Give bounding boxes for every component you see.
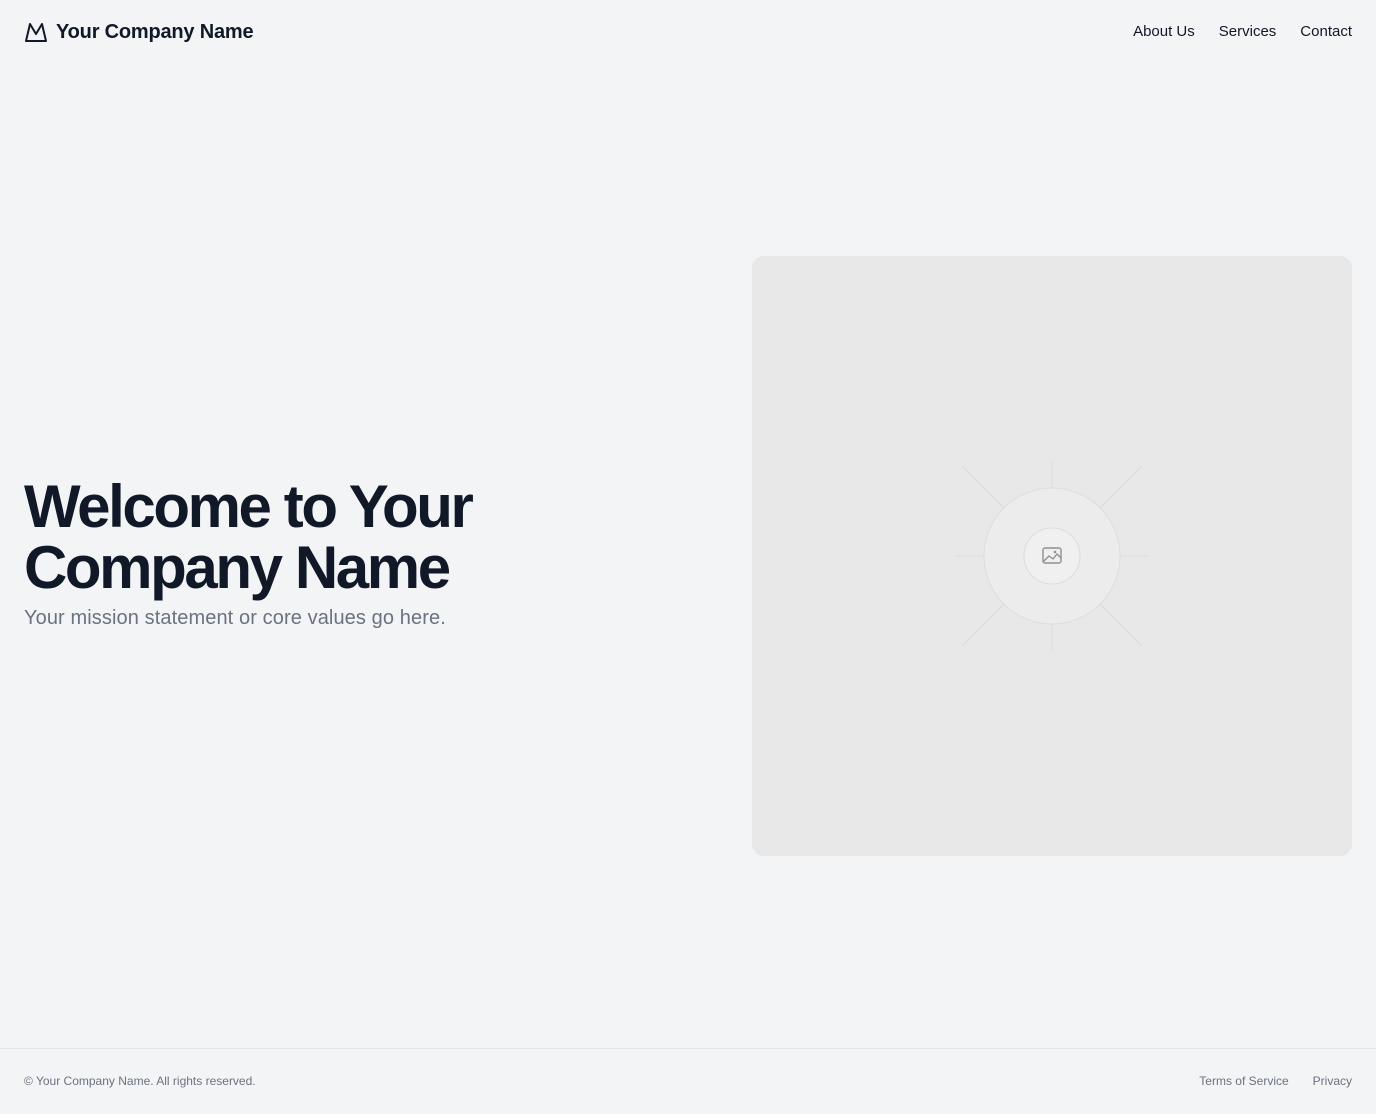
- copyright-text: © Your Company Name. All rights reserved…: [24, 1074, 256, 1088]
- main-nav: About Us Services Contact: [1133, 22, 1352, 42]
- site-header: Your Company Name About Us Services Cont…: [0, 0, 1376, 64]
- mountain-icon: [24, 20, 48, 44]
- hero-image-placeholder: [752, 256, 1352, 856]
- hero-section: Welcome to Your Company Name Your missio…: [24, 476, 664, 632]
- site-footer: © Your Company Name. All rights reserved…: [0, 1048, 1376, 1114]
- nav-link-about-us[interactable]: About Us: [1133, 22, 1195, 42]
- brand-link[interactable]: Your Company Name: [24, 20, 254, 44]
- hero-subtitle: Your mission statement or core values go…: [24, 607, 446, 629]
- footer-link-privacy[interactable]: Privacy: [1313, 1073, 1352, 1089]
- placeholder-graphic: [957, 461, 1147, 651]
- footer-links: Terms of Service Privacy: [1199, 1073, 1352, 1089]
- nav-link-services[interactable]: Services: [1219, 22, 1277, 42]
- nav-link-contact[interactable]: Contact: [1300, 22, 1352, 42]
- brand-name: Your Company Name: [56, 21, 254, 43]
- hero-title: Welcome to Your Company Name: [24, 473, 474, 601]
- footer-link-terms[interactable]: Terms of Service: [1199, 1073, 1288, 1089]
